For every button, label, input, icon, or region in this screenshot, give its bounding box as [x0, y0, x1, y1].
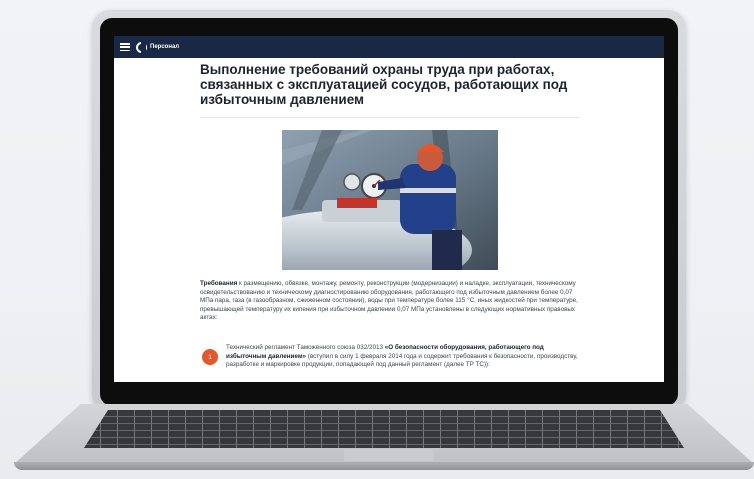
- intro-bold: Требования: [200, 280, 238, 287]
- logo[interactable]: Персонал: [136, 41, 179, 53]
- intro-paragraph: Требования к размещению, обвязке, монтаж…: [200, 280, 580, 323]
- list-item-prefix: Технический регламент Таможенного союза …: [226, 344, 385, 351]
- logo-title: Персонал: [150, 44, 180, 50]
- laptop-base-lip: [14, 462, 754, 470]
- title-divider: [200, 117, 580, 118]
- article-photo: [282, 130, 498, 270]
- keyboard-rows: [84, 410, 684, 448]
- laptop-screen: Персонал Выполнение требований охраны тр…: [114, 36, 664, 382]
- app-header: Персонал: [114, 36, 664, 58]
- menu-icon[interactable]: [120, 43, 130, 51]
- worker-photo-icon: [282, 130, 498, 270]
- laptop-base: [14, 404, 754, 476]
- list-item-text: Технический регламент Таможенного союза …: [226, 344, 580, 370]
- number-badge: 1: [202, 349, 218, 365]
- logo-icon: [136, 41, 147, 53]
- article: Выполнение требований охраны труда при р…: [200, 62, 580, 368]
- logo-text: Персонал: [150, 44, 179, 50]
- list-item: 1 Технический регламент Таможенного союз…: [200, 344, 580, 382]
- intro-text: к размещению, обвязке, монтажу, ремонту,…: [200, 280, 578, 322]
- trackpad: [344, 449, 434, 461]
- page-title: Выполнение требований охраны труда при р…: [200, 62, 568, 107]
